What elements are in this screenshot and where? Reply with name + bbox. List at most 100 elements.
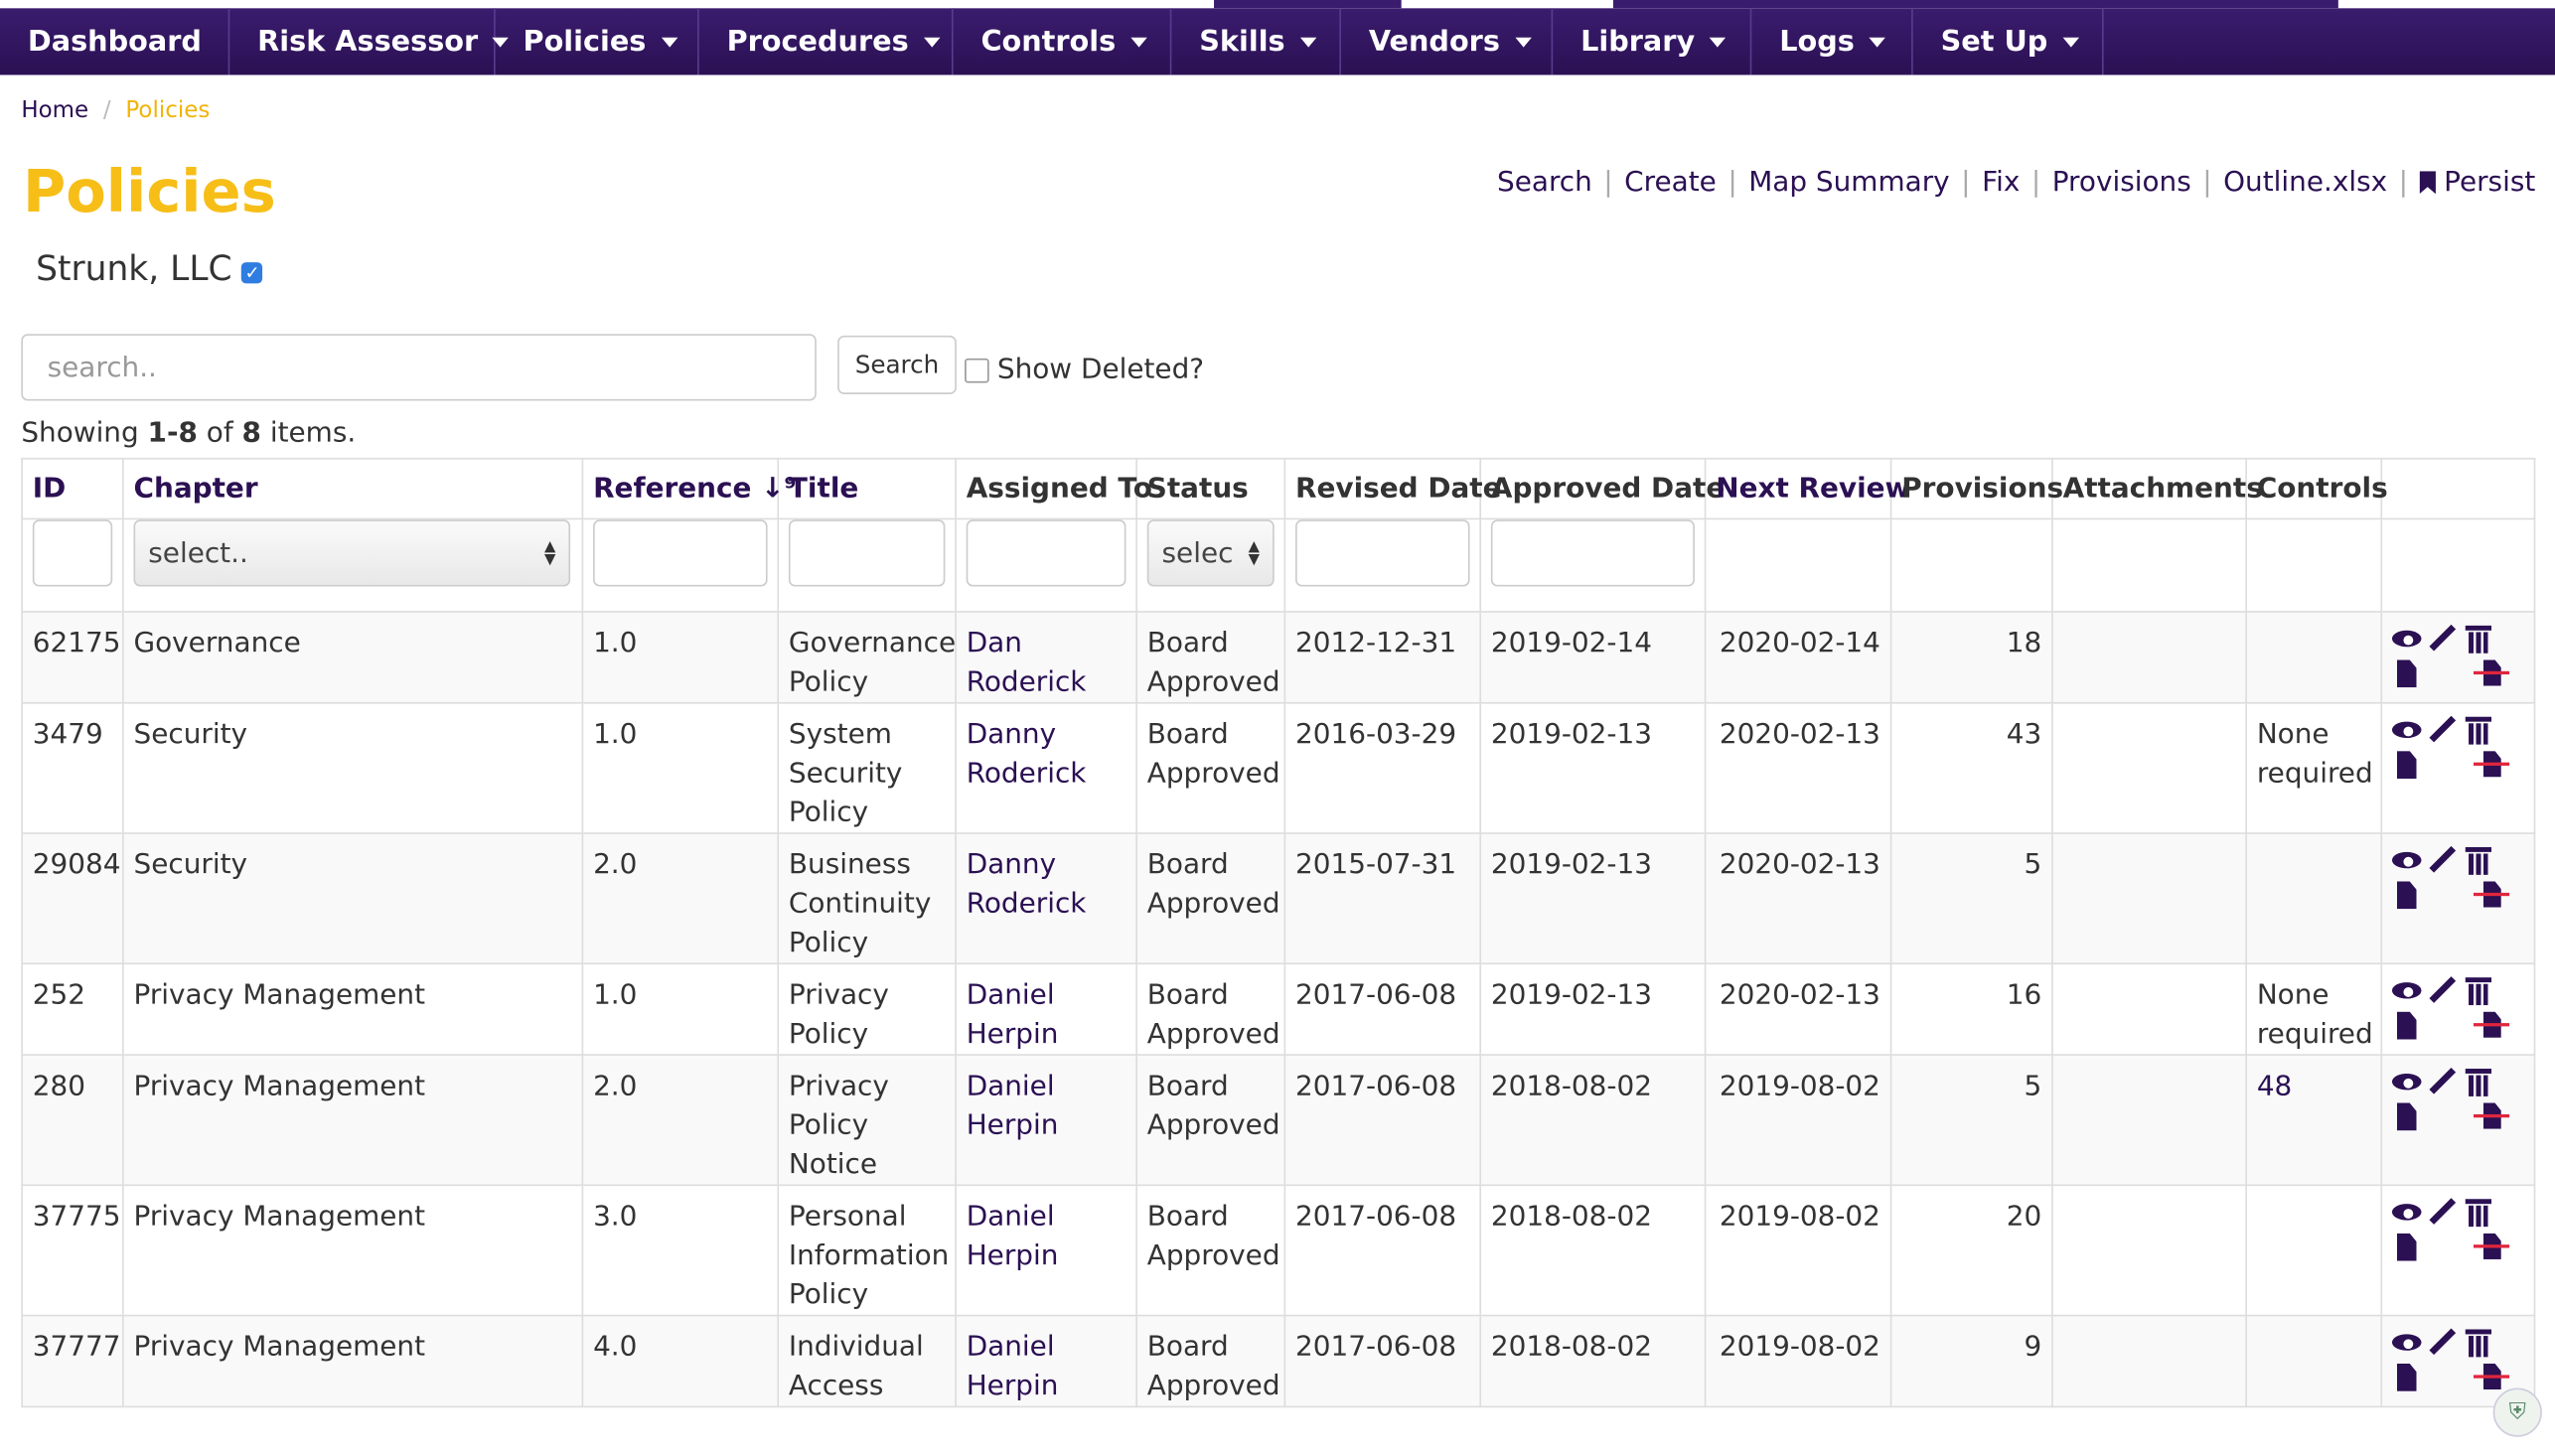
map-summary-link[interactable]: Map Summary (1748, 166, 1949, 199)
filter-reference-input[interactable] (593, 519, 768, 587)
col-chapter[interactable]: Chapter (122, 457, 584, 520)
cell-assigned-link[interactable]: Daniel Herpin (955, 1314, 1137, 1408)
nav-controls[interactable]: Controls (954, 8, 1172, 75)
col-title[interactable]: Title (777, 457, 957, 520)
view-eye-icon[interactable] (2391, 1328, 2422, 1358)
nav-logs[interactable]: Logs (1751, 8, 1913, 75)
cell-chapter: Privacy Management (122, 1054, 584, 1187)
edit-pencil-icon[interactable] (2428, 1067, 2458, 1096)
show-deleted-checkbox[interactable] (965, 358, 989, 382)
edit-pencil-icon[interactable] (2428, 1198, 2458, 1228)
cell-assigned-link[interactable]: Danny Roderick (955, 701, 1137, 834)
col-reference[interactable]: Reference ↓⁹ (581, 457, 797, 520)
filter-assigned-input[interactable] (966, 519, 1127, 587)
cell-reference: 4.0 (581, 1314, 780, 1408)
nav-procedures[interactable]: Procedures (699, 8, 954, 75)
nav-risk-assessor[interactable]: Risk Assessor (229, 8, 510, 75)
cell-actions (2380, 1184, 2536, 1317)
cell-reference: 2.0 (581, 832, 780, 965)
edit-pencil-icon[interactable] (2428, 715, 2458, 745)
view-eye-icon[interactable] (2391, 845, 2422, 875)
persist-link[interactable]: Persist (2444, 166, 2535, 199)
filter-status-select[interactable]: selec ▲ ▼ (1146, 519, 1275, 587)
view-eye-icon[interactable] (2391, 976, 2422, 1006)
delete-trash-icon[interactable] (2464, 715, 2493, 745)
filter-id-input[interactable] (32, 519, 113, 587)
breadcrumb-home[interactable]: Home (21, 97, 88, 123)
cell-status: Board Approved (1135, 701, 1286, 834)
cell-chapter: Privacy Management (122, 1314, 584, 1408)
remove-document-icon[interactable] (2473, 881, 2510, 911)
remove-document-icon[interactable] (2473, 1102, 2510, 1132)
filter-cell-chapter: select.. ▲ ▼ (122, 517, 584, 613)
cell-provisions: 16 (1889, 962, 2053, 1056)
cell-assigned-link[interactable]: Dan Roderick (955, 611, 1137, 704)
document-icon[interactable] (2392, 1234, 2422, 1263)
col-id[interactable]: ID (21, 457, 124, 520)
results-summary: Showing 1-8 of 8 items. (21, 417, 356, 450)
delete-trash-icon[interactable] (2464, 624, 2493, 654)
cell-provisions: 20 (1889, 1184, 2053, 1317)
document-icon[interactable] (2392, 1012, 2422, 1042)
nav-skills[interactable]: Skills (1171, 8, 1341, 75)
delete-trash-icon[interactable] (2464, 1067, 2493, 1096)
action-links: Search | Create | Map Summary | Fix | Provis… (1497, 166, 2535, 199)
filter-revised-input[interactable] (1295, 519, 1470, 587)
remove-document-icon[interactable] (2473, 1364, 2510, 1393)
provisions-link[interactable]: Provisions (2052, 166, 2191, 199)
nav-policies[interactable]: Policies (496, 8, 699, 75)
delete-trash-icon[interactable] (2464, 1328, 2493, 1358)
caret-down-icon (2062, 36, 2079, 47)
search-button[interactable]: Search (837, 335, 957, 394)
document-icon[interactable] (2392, 1102, 2422, 1132)
filter-row: select.. ▲ ▼ selec ▲ ▼ (21, 517, 2536, 613)
delete-trash-icon[interactable] (2464, 976, 2493, 1006)
edit-pencil-icon[interactable] (2428, 845, 2458, 875)
cell-assigned-link[interactable]: Daniel Herpin (955, 1184, 1137, 1317)
filter-cell-title (777, 517, 957, 613)
select-arrows-icon: ▲ ▼ (1248, 538, 1260, 568)
fix-link[interactable]: Fix (1982, 166, 2020, 199)
remove-document-icon[interactable] (2473, 751, 2510, 781)
nav-vendors[interactable]: Vendors (1341, 8, 1554, 75)
view-eye-icon[interactable] (2391, 1067, 2422, 1096)
filter-chapter-select[interactable]: select.. ▲ ▼ (133, 519, 571, 587)
delete-trash-icon[interactable] (2464, 845, 2493, 875)
view-eye-icon[interactable] (2391, 715, 2422, 745)
document-icon[interactable] (2392, 751, 2422, 781)
col-attachments: Attachments (2051, 457, 2263, 520)
edit-pencil-icon[interactable] (2428, 976, 2458, 1006)
document-icon[interactable] (2392, 881, 2422, 911)
delete-trash-icon[interactable] (2464, 1198, 2493, 1228)
filter-title-input[interactable] (788, 519, 946, 587)
cell-controls-link[interactable]: 48 (2245, 1054, 2383, 1187)
show-deleted-toggle[interactable]: Show Deleted? (965, 354, 1204, 386)
nav-dashboard[interactable]: Dashboard (0, 8, 230, 75)
nav-set-up[interactable]: Set Up (1913, 8, 2104, 75)
outline-xlsx-link[interactable]: Outline.xlsx (2223, 166, 2387, 199)
view-eye-icon[interactable] (2391, 624, 2422, 654)
cell-assigned-link[interactable]: Danny Roderick (955, 832, 1137, 965)
edit-pencil-icon[interactable] (2428, 624, 2458, 654)
create-link[interactable]: Create (1624, 166, 1717, 199)
search-link[interactable]: Search (1497, 166, 1592, 199)
filter-approved-input[interactable] (1490, 519, 1695, 587)
cell-provisions: 18 (1889, 611, 2053, 704)
document-icon[interactable] (2392, 659, 2422, 689)
cell-next-review: 2019-08-02 (1704, 1314, 1892, 1408)
search-input[interactable] (21, 334, 817, 401)
col-next-review[interactable]: Next Review (1704, 457, 1910, 520)
org-checkbox[interactable]: ✓ (241, 261, 263, 283)
cell-assigned-link[interactable]: Daniel Herpin (955, 1054, 1137, 1187)
remove-document-icon[interactable] (2473, 1234, 2510, 1263)
document-icon[interactable] (2392, 1364, 2422, 1393)
view-eye-icon[interactable] (2391, 1198, 2422, 1228)
remove-document-icon[interactable] (2473, 1012, 2510, 1042)
cell-assigned-link[interactable]: Daniel Herpin (955, 962, 1137, 1056)
shield-icon[interactable]: ⛨ (2492, 1387, 2542, 1437)
cell-reference: 3.0 (581, 1184, 780, 1317)
remove-document-icon[interactable] (2473, 659, 2510, 689)
cell-reference: 1.0 (581, 962, 780, 1056)
nav-library[interactable]: Library (1553, 8, 1752, 75)
edit-pencil-icon[interactable] (2428, 1328, 2458, 1358)
